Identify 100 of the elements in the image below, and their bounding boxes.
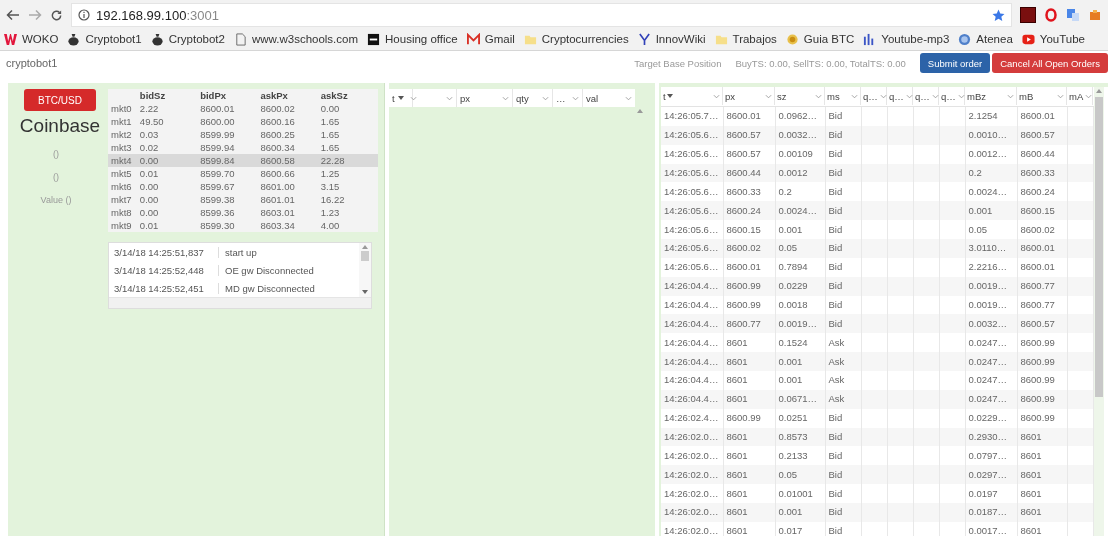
table-cell: 8600.44 — [1017, 144, 1067, 164]
table-row[interactable]: mkt9 0.01 8599.30 8603.34 4.00 — [108, 219, 378, 232]
table-cell-text: 8601.00 — [259, 181, 296, 192]
bookmark-link[interactable]: Gmail — [466, 32, 515, 46]
row-label: mkt4 — [110, 155, 133, 166]
table-cell-text: 3.15 — [319, 181, 341, 192]
table-cell: 8600.57 — [1017, 314, 1067, 334]
table-cell: 0.2930… — [965, 427, 1017, 447]
table-cell: 0.001 — [965, 201, 1017, 221]
table-cell: 8600.01 — [723, 257, 775, 277]
bookmark-link[interactable]: Trabajos — [714, 32, 777, 46]
row-label: mkt7 — [110, 194, 133, 205]
column-header[interactable]: val — [583, 89, 635, 107]
column-header[interactable]: mA — [1067, 87, 1093, 106]
table-cell: 0.7894 — [775, 257, 825, 277]
column-header[interactable]: px — [457, 89, 513, 107]
submit-order-button[interactable]: Submit order — [919, 53, 991, 73]
table-cell: 8600.44 — [723, 163, 775, 183]
column-header[interactable]: t — [389, 89, 413, 107]
table-cell-text: 0.02 — [138, 142, 160, 153]
table-cell-text: 1.65 — [319, 129, 341, 140]
table-row[interactable]: mkt1 49.50 8600.00 8600.16 1.65 — [108, 115, 378, 128]
table-row[interactable]: mkt3 0.02 8599.94 8600.34 1.65 — [108, 141, 378, 154]
table-cell: 8601 — [1017, 427, 1067, 447]
table-cell: 8600.01 — [723, 106, 775, 126]
bookmark-link[interactable]: Cryptobot2 — [150, 32, 225, 46]
bookmark-link[interactable]: InnovWiki — [637, 32, 706, 46]
table-cell: 8601 — [1017, 484, 1067, 503]
table-cell: 0.05 — [775, 465, 825, 485]
table-cell: 14:26:05.6… — [661, 220, 723, 239]
table-cell: 0.0012 — [775, 163, 825, 183]
table-cell: 14:26:04.4… — [661, 389, 723, 409]
table-cell: 14:26:04.4… — [661, 352, 723, 371]
table-cell: 0.017 — [775, 521, 825, 536]
row-label: mkt3 — [110, 142, 133, 153]
log-message: OE gw Disconnected — [224, 264, 314, 276]
table-row[interactable]: mkt8 0.00 8599.36 8603.01 1.23 — [108, 206, 378, 219]
bookmark-link[interactable]: Youtube-mp3 — [863, 32, 950, 46]
table-cell: 8601 — [723, 352, 775, 371]
row-label: mkt2 — [110, 129, 133, 140]
table-row[interactable]: mkt0 2.22 8600.01 8600.02 0.00 — [108, 102, 378, 115]
table-cell-text: 22.28 — [319, 155, 346, 166]
address-bar[interactable]: 192.168.99.100:3001 — [71, 3, 1012, 27]
table-cell-text: 8600.34 — [259, 142, 296, 153]
table-cell: 14:26:02.4… — [661, 408, 723, 428]
bookmark-link[interactable]: Guia BTC — [785, 32, 855, 46]
table-cell: Bid — [825, 314, 861, 334]
table-cell: 14:26:04.4… — [661, 276, 723, 296]
table-cell: 14:26:02.0… — [661, 521, 723, 536]
table-row[interactable]: mkt7 0.00 8599.38 8601.01 16.22 — [108, 193, 378, 206]
column-header: askPx — [259, 90, 289, 101]
bookmark-link[interactable]: YouTube — [1021, 32, 1085, 46]
currency-pair-button[interactable]: BTC/USD — [24, 89, 96, 111]
table-cell: 14:26:04.4… — [661, 314, 723, 334]
table-cell-text: 8599.99 — [199, 129, 236, 140]
table-cell: Bid — [825, 502, 861, 522]
column-header[interactable]: … — [553, 89, 583, 107]
row-label: mkt0 — [110, 103, 133, 114]
table-row[interactable]: mkt6 0.00 8599.67 8601.00 3.15 — [108, 180, 378, 193]
table-cell: 0.00109 — [775, 144, 825, 164]
table-cell: 8601 — [723, 465, 775, 485]
table-cell: 0.0010… — [965, 125, 1017, 145]
log-message: start up — [224, 246, 257, 258]
table-cell-text: 0.01 — [138, 220, 160, 231]
table-cell: 8600.57 — [723, 125, 775, 145]
bookmark-link[interactable]: www.w3schools.com — [233, 32, 359, 46]
bookmark-link[interactable]: Cryptocurrencies — [523, 32, 629, 46]
table-cell: 8601 — [723, 427, 775, 447]
table-cell-text: 8600.02 — [259, 103, 296, 114]
table-cell: 0.001 — [775, 352, 825, 371]
table-cell-text: 0.03 — [138, 129, 160, 140]
table-cell-text: 8600.01 — [199, 103, 236, 114]
log-message: MD gw Disconnected — [224, 282, 315, 294]
table-cell: Bid — [825, 144, 861, 164]
bookmark-link[interactable]: Atenea — [958, 32, 1013, 46]
table-cell-text: 0.00 — [138, 194, 160, 205]
table-cell: Bid — [825, 408, 861, 428]
table-cell-text: 8599.94 — [199, 142, 236, 153]
table-cell-text: 1.25 — [319, 168, 341, 179]
bookmark-link[interactable]: Cryptobot1 — [67, 32, 142, 46]
table-row[interactable]: mkt4 0.00 8599.84 8600.58 22.28 — [108, 154, 378, 167]
table-cell-text: 0.01 — [138, 168, 160, 179]
row-label: mkt9 — [110, 220, 133, 231]
bookmark-link[interactable]: Housing office — [367, 32, 458, 46]
table-cell: 8600.02 — [1017, 220, 1067, 239]
app-title: cryptobot1 — [6, 57, 58, 69]
table-cell: Bid — [825, 521, 861, 536]
table-cell: 0.8573 — [775, 427, 825, 447]
table-cell: 0.0247… — [965, 370, 1017, 390]
cancel-orders-button[interactable]: Cancel All Open Orders — [992, 53, 1108, 73]
table-row[interactable]: mkt5 0.01 8599.70 8600.66 1.25 — [108, 167, 378, 180]
table-row[interactable]: mkt2 0.03 8599.99 8600.25 1.65 — [108, 128, 378, 141]
table-cell: 8600.77 — [1017, 276, 1067, 296]
bookmark-link[interactable]: WOKO — [4, 32, 59, 46]
table-cell: 14:26:05.6… — [661, 238, 723, 258]
table-cell: 8600.57 — [1017, 125, 1067, 145]
column-header[interactable]: qty — [513, 89, 553, 107]
table-cell: 0.0019… — [775, 314, 825, 334]
table-cell-text: 2.22 — [138, 103, 160, 114]
table-cell-text: 8599.38 — [199, 194, 236, 205]
